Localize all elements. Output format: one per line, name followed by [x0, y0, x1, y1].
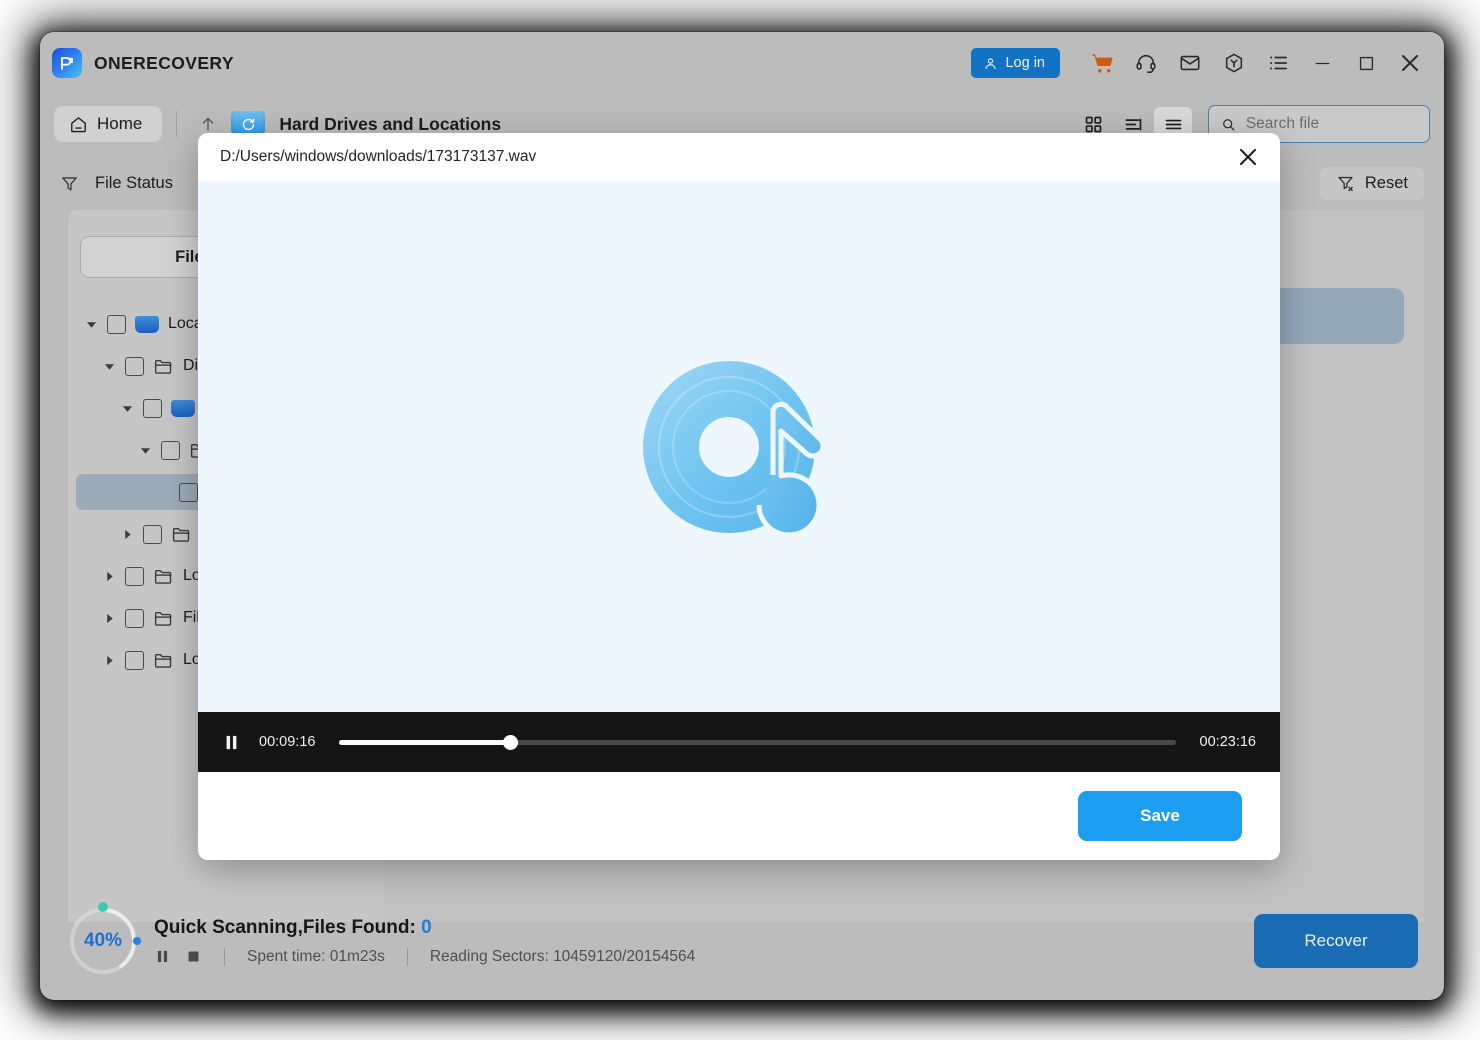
tree-item-checkbox[interactable] — [125, 609, 144, 628]
seek-bar[interactable] — [339, 740, 1175, 745]
seek-bar-handle[interactable] — [503, 735, 518, 750]
modal-file-path: D:/Users/windows/downloads/173173137.wav — [220, 148, 536, 166]
pause-scan-button[interactable] — [154, 948, 171, 965]
minimize-icon[interactable] — [1302, 43, 1342, 83]
app-logo-icon — [52, 48, 82, 78]
pause-icon[interactable] — [222, 733, 241, 752]
headset-icon[interactable] — [1126, 43, 1166, 83]
location-title: Hard Drives and Locations — [279, 114, 501, 135]
brand-name: ONERECOVERY — [94, 53, 234, 74]
folder-icon — [171, 524, 192, 545]
nav-divider — [176, 111, 177, 137]
stop-scan-button[interactable] — [185, 948, 202, 965]
close-icon[interactable] — [1390, 43, 1430, 83]
folder-icon — [153, 566, 174, 587]
file-status-label: File Status — [95, 174, 173, 193]
save-button[interactable]: Save — [1078, 791, 1242, 841]
titlebar-actions: Log in — [971, 43, 1444, 83]
folder-icon — [153, 650, 174, 671]
status-divider-2 — [407, 948, 408, 966]
chevron-down-icon[interactable] — [138, 443, 152, 457]
chevron-down-icon[interactable] — [120, 401, 134, 415]
preview-canvas — [198, 181, 1280, 712]
file-status-filter[interactable]: File Status — [60, 174, 173, 193]
current-time-label: 00:09:16 — [259, 734, 315, 750]
login-button[interactable]: Log in — [971, 48, 1060, 78]
modal-header: D:/Users/windows/downloads/173173137.wav — [198, 133, 1280, 181]
chevron-down-icon[interactable] — [84, 317, 98, 331]
disk-icon — [171, 400, 195, 417]
tree-item-checkbox[interactable] — [179, 483, 198, 502]
files-found-count: 0 — [421, 917, 432, 938]
spent-time-label: Spent time: 01m23s — [247, 948, 385, 966]
recover-button[interactable]: Recover — [1254, 914, 1418, 968]
chevron-right-icon[interactable] — [102, 569, 116, 583]
scan-status-text: Quick Scanning,Files Found: 0 Spent time… — [154, 917, 695, 966]
home-button[interactable]: Home — [54, 106, 162, 142]
reset-button-label: Reset — [1365, 174, 1408, 193]
tree-spacer — [156, 485, 170, 499]
total-time-label: 00:23:16 — [1200, 734, 1256, 750]
audio-preview-modal: D:/Users/windows/downloads/173173137.wav — [198, 133, 1280, 860]
brand: ONERECOVERY — [52, 48, 234, 78]
tree-item-checkbox[interactable] — [125, 357, 144, 376]
folder-icon — [153, 356, 174, 377]
chevron-right-icon[interactable] — [102, 611, 116, 625]
application-window: ONERECOVERY Log in — [40, 32, 1444, 1000]
scan-controls-row: Spent time: 01m23s Reading Sectors: 1045… — [154, 948, 695, 966]
scan-progress-label: 40% — [66, 904, 140, 978]
progress-dot-blue — [133, 937, 141, 945]
search-input[interactable] — [1246, 115, 1417, 133]
search-icon — [1221, 116, 1236, 133]
reading-sectors-label: Reading Sectors: 10459120/20154564 — [430, 948, 695, 966]
home-button-label: Home — [97, 114, 142, 134]
disk-icon — [135, 316, 159, 333]
status-bar: 40% Quick Scanning,Files Found: 0 — [40, 882, 1444, 1000]
package-icon[interactable] — [1214, 43, 1254, 83]
cart-icon[interactable] — [1082, 43, 1122, 83]
tree-item-checkbox[interactable] — [143, 525, 162, 544]
tree-item-checkbox[interactable] — [125, 567, 144, 586]
tree-item-checkbox[interactable] — [125, 651, 144, 670]
user-icon — [983, 56, 998, 71]
audio-disc-icon — [641, 359, 837, 535]
modal-footer: Save — [198, 772, 1280, 860]
progress-dot-teal — [98, 902, 108, 912]
modal-close-icon[interactable] — [1232, 141, 1264, 173]
chevron-right-icon[interactable] — [102, 653, 116, 667]
login-button-label: Log in — [1005, 55, 1045, 71]
status-divider-1 — [224, 948, 225, 966]
chevron-right-icon[interactable] — [120, 527, 134, 541]
maximize-icon[interactable] — [1346, 43, 1386, 83]
menu-list-icon[interactable] — [1258, 43, 1298, 83]
page-root: ONERECOVERY Log in — [0, 0, 1480, 1040]
tree-item-checkbox[interactable] — [143, 399, 162, 418]
audio-player-controls: 00:09:16 00:23:16 — [198, 712, 1280, 772]
home-icon — [69, 115, 88, 134]
reset-button[interactable]: Reset — [1320, 167, 1424, 200]
filter-icon — [60, 174, 79, 193]
tree-item-checkbox[interactable] — [107, 315, 126, 334]
scan-progress-ring: 40% — [66, 904, 140, 978]
seek-bar-fill — [339, 740, 510, 745]
folder-icon — [153, 608, 174, 629]
scan-summary: Quick Scanning,Files Found: 0 — [154, 917, 695, 939]
title-bar: ONERECOVERY Log in — [40, 32, 1444, 94]
mail-icon[interactable] — [1170, 43, 1210, 83]
arrow-up-icon — [199, 115, 217, 133]
filter-clear-icon — [1336, 174, 1355, 193]
chevron-down-icon[interactable] — [102, 359, 116, 373]
scan-summary-prefix: Quick Scanning,Files Found: — [154, 917, 421, 938]
tree-item-checkbox[interactable] — [161, 441, 180, 460]
